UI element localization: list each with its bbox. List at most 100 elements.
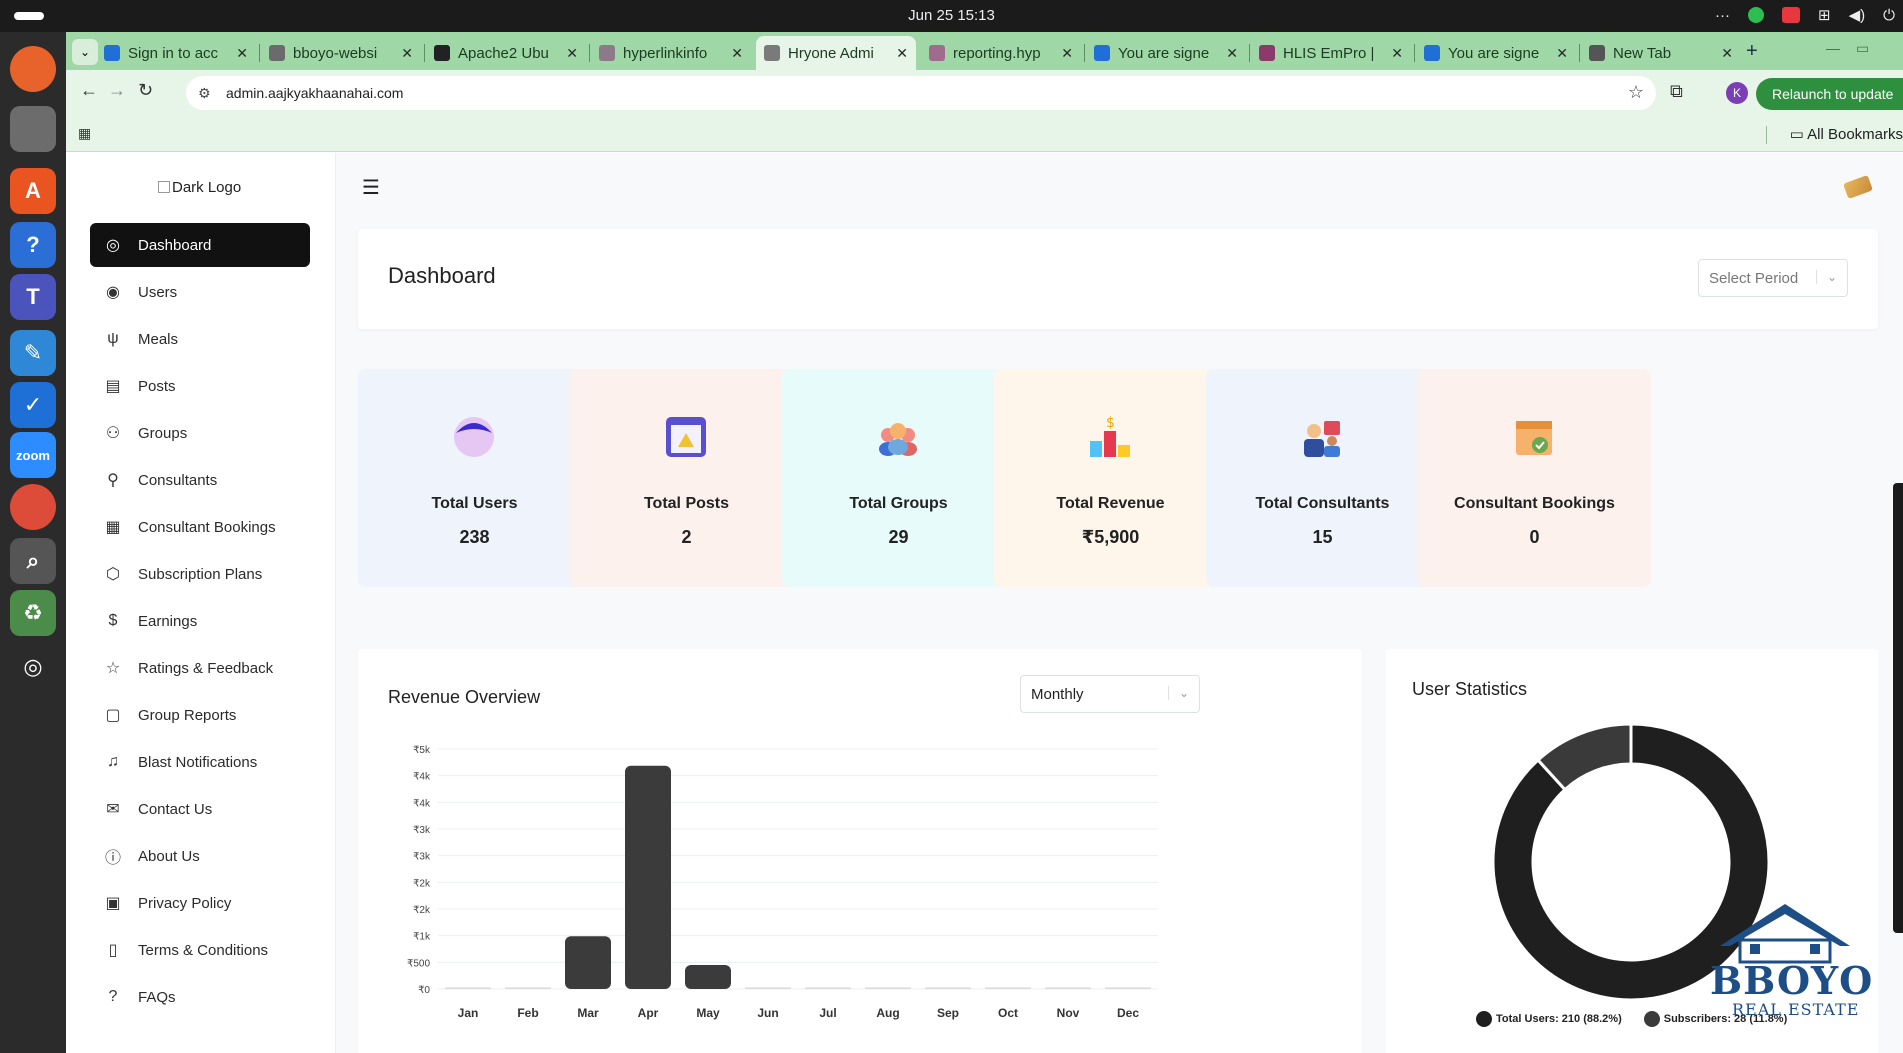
- stat-card-total-revenue[interactable]: $ Total Revenue ₹5,900: [994, 369, 1227, 587]
- stat-card-consultant-bookings[interactable]: Consultant Bookings 0: [1418, 369, 1651, 587]
- dock-ubuntu-icon[interactable]: ◎: [10, 644, 56, 690]
- dock-trash-icon[interactable]: ♻: [10, 590, 56, 636]
- browser-tab[interactable]: HLIS EmPro | ✕: [1251, 36, 1411, 70]
- browser-tab[interactable]: You are signe ✕: [1416, 36, 1576, 70]
- sidebar-item-consultant-bookings[interactable]: ▦ Consultant Bookings: [90, 505, 310, 549]
- system-tray[interactable]: ··· ⊞ ◀) ⏻: [1715, 6, 1895, 25]
- sidebar-item-subscription-plans[interactable]: ⬡ Subscription Plans: [90, 552, 310, 596]
- bookmark-star-icon[interactable]: ☆: [1628, 82, 1644, 103]
- sidebar-item-contact-us[interactable]: ✉ Contact Us: [90, 787, 310, 831]
- dock-help-icon[interactable]: ?: [10, 222, 56, 268]
- sidebar-item-ratings-feedback[interactable]: ☆ Ratings & Feedback: [90, 646, 310, 690]
- tab-close-icon[interactable]: ✕: [896, 45, 908, 62]
- revenue-period-dropdown[interactable]: Monthly ⌄: [1020, 675, 1200, 713]
- sidebar-item-faqs[interactable]: ? FAQs: [90, 975, 310, 1019]
- dock-search-icon[interactable]: ⌕: [10, 538, 56, 584]
- sidebar-item-privacy-policy[interactable]: ▣ Privacy Policy: [90, 881, 310, 925]
- tab-close-icon[interactable]: ✕: [1226, 45, 1238, 62]
- dock-teams-icon[interactable]: T: [10, 274, 56, 320]
- dock-chrome-icon[interactable]: [10, 484, 56, 530]
- new-tab-icon[interactable]: +: [1746, 40, 1758, 63]
- tab-close-icon[interactable]: ✕: [731, 45, 743, 62]
- system-clock[interactable]: Jun 25 15:13: [0, 7, 1903, 24]
- back-icon[interactable]: ←: [80, 80, 98, 101]
- user-avatar[interactable]: [1843, 175, 1873, 199]
- tab-close-icon[interactable]: ✕: [1721, 45, 1733, 62]
- revenue-bar[interactable]: [505, 987, 551, 990]
- dock-text-editor-icon[interactable]: ✎: [10, 330, 56, 376]
- menu-toggle-icon[interactable]: ☰: [362, 175, 380, 200]
- sidebar-item-users[interactable]: ◉ Users: [90, 270, 310, 314]
- revenue-bar[interactable]: [805, 987, 851, 990]
- dock-files-icon[interactable]: [10, 106, 56, 152]
- volume-icon[interactable]: ◀): [1849, 6, 1866, 24]
- revenue-bar[interactable]: [745, 987, 791, 990]
- tab-search-icon[interactable]: ⌄: [72, 39, 98, 65]
- sidebar-item-consultants[interactable]: ⚲ Consultants: [90, 458, 310, 502]
- stat-card-total-posts[interactable]: Total Posts 2: [570, 369, 803, 587]
- revenue-bar[interactable]: [865, 987, 911, 990]
- browser-tab[interactable]: bboyo-websi ✕: [261, 36, 421, 70]
- revenue-bar[interactable]: [565, 936, 611, 989]
- revenue-bar[interactable]: [925, 987, 971, 990]
- browser-tab[interactable]: Sign in to acc ✕: [96, 36, 256, 70]
- dock-firefox-icon[interactable]: [10, 46, 56, 92]
- relaunch-button[interactable]: Relaunch to update: [1756, 78, 1903, 110]
- select-period-dropdown[interactable]: Select Period ⌄: [1698, 259, 1848, 297]
- sidebar-item-about-us[interactable]: ⓘ About Us: [90, 834, 310, 878]
- sidebar-item-meals[interactable]: ψ Meals: [90, 317, 310, 361]
- minimize-icon[interactable]: —: [1826, 40, 1840, 56]
- tab-close-icon[interactable]: ✕: [1061, 45, 1073, 62]
- sidebar-item-posts[interactable]: ▤ Posts: [90, 364, 310, 408]
- vpn-icon[interactable]: [1748, 7, 1765, 23]
- browser-tab[interactable]: Apache2 Ubu ✕: [426, 36, 586, 70]
- revenue-bar[interactable]: [1045, 987, 1091, 990]
- address-bar[interactable]: ⚙ admin.aajkyakhaanahai.com ☆: [186, 76, 1656, 110]
- apps-grid-icon[interactable]: ▦: [78, 125, 91, 142]
- stat-card-total-consultants[interactable]: Total Consultants 15: [1206, 369, 1439, 587]
- url-text[interactable]: admin.aajkyakhaanahai.com: [226, 85, 403, 101]
- revenue-bar[interactable]: [445, 987, 491, 990]
- dock-zoom-icon[interactable]: zoom: [10, 432, 56, 478]
- browser-tab[interactable]: You are signe ✕: [1086, 36, 1246, 70]
- sidebar-item-terms-conditions[interactable]: ▯ Terms & Conditions: [90, 928, 310, 972]
- revenue-bar[interactable]: [625, 765, 671, 989]
- revenue-bar[interactable]: [685, 965, 731, 989]
- x-tick-label: Aug: [876, 1006, 899, 1020]
- legend-item[interactable]: Total Users: 210 (88.2%): [1476, 1011, 1622, 1027]
- tray-more-icon[interactable]: ···: [1715, 7, 1730, 24]
- browser-tab[interactable]: New Tab ✕: [1581, 36, 1741, 70]
- browser-tab[interactable]: reporting.hyp ✕: [921, 36, 1081, 70]
- network-icon[interactable]: ⊞: [1818, 6, 1831, 24]
- all-bookmarks-button[interactable]: ▭ All Bookmarks: [1790, 125, 1903, 143]
- tab-close-icon[interactable]: ✕: [236, 45, 248, 62]
- forward-icon[interactable]: →: [108, 80, 126, 101]
- profile-avatar[interactable]: K: [1726, 82, 1748, 104]
- tab-separator: [1579, 44, 1580, 62]
- dark-logo[interactable]: Dark Logo: [158, 179, 241, 196]
- dock-tasks-icon[interactable]: ✓: [10, 382, 56, 428]
- reload-icon[interactable]: ↻: [138, 80, 153, 101]
- tab-close-icon[interactable]: ✕: [566, 45, 578, 62]
- record-icon[interactable]: [1782, 7, 1801, 23]
- maximize-icon[interactable]: ▭: [1856, 40, 1869, 57]
- browser-tab[interactable]: hyperlinkinfo ✕: [591, 36, 751, 70]
- sidebar-item-group-reports[interactable]: ▢ Group Reports: [90, 693, 310, 737]
- tab-close-icon[interactable]: ✕: [401, 45, 413, 62]
- stat-card-total-users[interactable]: Total Users 238: [358, 369, 591, 587]
- browser-tab[interactable]: Hryone Admi ✕: [756, 36, 916, 70]
- tab-close-icon[interactable]: ✕: [1556, 45, 1568, 62]
- revenue-bar[interactable]: [985, 987, 1031, 990]
- stat-card-total-groups[interactable]: Total Groups 29: [782, 369, 1015, 587]
- site-info-icon[interactable]: ⚙: [198, 85, 211, 102]
- side-feedback-tab[interactable]: [1893, 483, 1903, 933]
- sidebar-item-groups[interactable]: ⚇ Groups: [90, 411, 310, 455]
- dock-app-center-icon[interactable]: A: [10, 168, 56, 214]
- revenue-bar[interactable]: [1105, 987, 1151, 990]
- power-icon[interactable]: ⏻: [1883, 7, 1895, 24]
- sidebar-item-blast-notifications[interactable]: ♫ Blast Notifications: [90, 740, 310, 784]
- sidebar-item-dashboard[interactable]: ◎ Dashboard: [90, 223, 310, 267]
- extensions-icon[interactable]: ⧉: [1670, 81, 1683, 102]
- sidebar-item-earnings[interactable]: $ Earnings: [90, 599, 310, 643]
- tab-close-icon[interactable]: ✕: [1391, 45, 1403, 62]
